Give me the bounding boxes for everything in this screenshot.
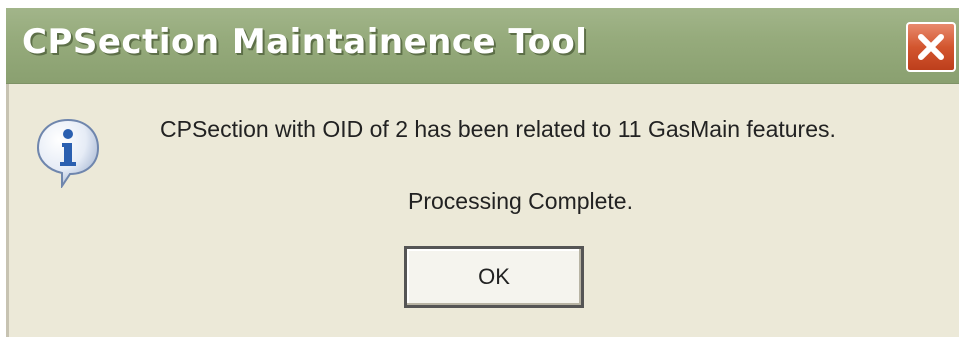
window-title: CPSection Maintainence Tool: [22, 22, 588, 62]
status-message: Processing Complete.: [408, 188, 633, 214]
dialog-message: CPSection with OID of 2 has been related…: [160, 116, 836, 142]
info-icon: [36, 118, 100, 188]
title-bar[interactable]: CPSection Maintainence Tool: [6, 8, 959, 84]
close-icon: [918, 34, 944, 60]
ok-button[interactable]: OK: [404, 246, 584, 308]
close-button[interactable]: [906, 22, 956, 72]
message-dialog: CPSection Maintainence Tool CPSection wi…: [6, 8, 959, 337]
